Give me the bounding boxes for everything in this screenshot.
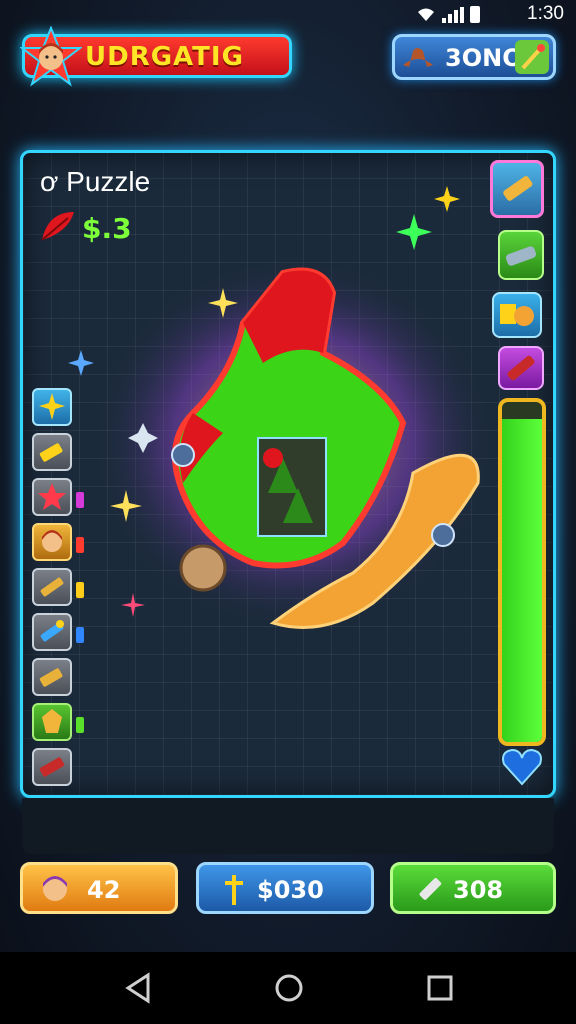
leaf-icon	[41, 212, 74, 241]
stat-lives-value: 42	[87, 876, 121, 904]
tool-red-crayon[interactable]	[32, 748, 72, 786]
tool-brush[interactable]	[32, 613, 84, 651]
sparkle-icon	[396, 214, 432, 250]
red-crayon-icon	[507, 355, 535, 381]
status-time: 1:30	[527, 3, 564, 24]
stat-pencils-value: 308	[453, 876, 504, 904]
tool-tab	[76, 492, 84, 508]
currency-pill[interactable]: 3ONO	[392, 34, 556, 80]
crayon-icon	[39, 443, 63, 462]
pencil-icon	[40, 577, 64, 597]
board-title-prefix: ơ	[40, 166, 59, 197]
tool-tab	[76, 627, 84, 643]
status-bar: 1:30	[0, 0, 576, 28]
add-currency-button[interactable]	[515, 40, 549, 74]
tool-tab	[76, 582, 84, 598]
sparkle-icon	[208, 288, 238, 318]
sparkle-icon	[434, 186, 460, 212]
hat-icon	[403, 48, 433, 67]
wifi-icon	[418, 8, 434, 21]
crayon-icon	[39, 668, 63, 687]
game-title: UDRGATIG	[85, 42, 244, 72]
signal-icon	[442, 6, 464, 23]
right-tool-red-crayon[interactable]	[498, 346, 544, 390]
stat-button-lives[interactable]: 42	[20, 862, 178, 914]
character-icon	[42, 530, 62, 552]
bottom-panel	[22, 798, 554, 854]
tool-pencil[interactable]	[32, 568, 84, 606]
stat-button-coins[interactable]: $030	[196, 862, 374, 914]
back-icon[interactable]	[124, 972, 152, 1004]
puzzle-map[interactable]	[83, 243, 503, 663]
sword-icon	[225, 875, 243, 905]
currency-value: 3ONO	[445, 44, 523, 72]
tool-crayon-2[interactable]	[32, 658, 72, 696]
red-star-icon	[38, 483, 66, 510]
battery-icon	[470, 6, 480, 23]
board-title-text: Puzzle	[66, 166, 151, 197]
avatar-icon	[43, 876, 67, 901]
heart-icon[interactable]	[500, 744, 544, 788]
puzzle-board[interactable]	[20, 150, 556, 798]
brush-icon	[40, 620, 64, 642]
tool-gold-badge[interactable]	[32, 703, 84, 741]
tool-tab	[76, 717, 84, 733]
nav-bar	[0, 952, 576, 1024]
tool-crayon[interactable]	[32, 433, 72, 471]
stat-button-pencils[interactable]: 308	[390, 862, 556, 914]
stat-coins-value: $030	[257, 876, 324, 904]
tool-tab	[76, 537, 84, 553]
home-icon[interactable]	[274, 972, 304, 1004]
gold-badge-icon	[42, 709, 62, 733]
right-tool-characters[interactable]	[492, 292, 542, 338]
tool-red-star[interactable]	[32, 478, 84, 516]
star-icon	[39, 393, 65, 420]
board-score: $.3	[82, 212, 132, 245]
sparkle-icon	[68, 350, 94, 376]
tool-character[interactable]	[32, 523, 84, 561]
pencil-icon	[419, 878, 442, 900]
sparkle-icon	[110, 490, 142, 522]
red-crayon-icon	[39, 757, 65, 777]
progress-fill	[502, 419, 542, 742]
characters-icon	[500, 304, 534, 326]
tool-star[interactable]	[32, 388, 72, 426]
bandage-icon	[505, 246, 537, 266]
wand-icon	[521, 44, 545, 70]
crayon-icon	[503, 176, 533, 201]
status-icons	[416, 6, 480, 23]
progress-bar	[498, 398, 546, 746]
right-tool-bandage[interactable]	[498, 230, 544, 280]
recents-icon[interactable]	[426, 972, 454, 1004]
board-title: ơ Puzzle	[40, 166, 150, 198]
avatar-star-icon[interactable]	[20, 26, 82, 88]
right-tool-crayon[interactable]	[490, 160, 544, 218]
